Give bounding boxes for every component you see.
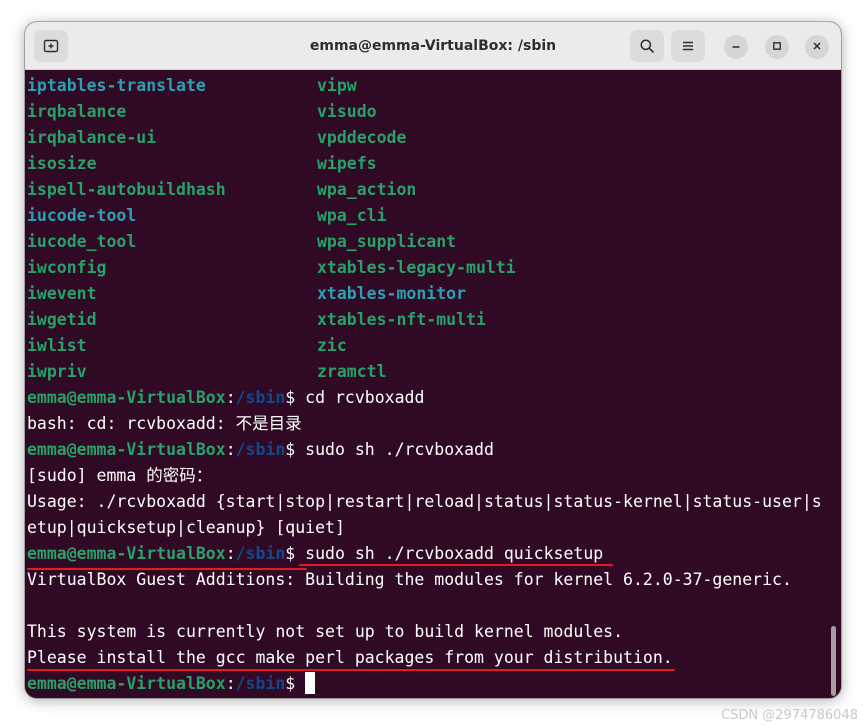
listing-entry: wpa_supplicant (317, 232, 457, 251)
search-button[interactable] (630, 30, 664, 62)
prompt-dollar: $ (285, 674, 296, 693)
listing-entry: isosize (27, 154, 97, 173)
listing-entry: vipw (317, 76, 357, 95)
listing-row: iwgetid xtables-nft-multi (27, 307, 831, 333)
maximize-icon (772, 38, 782, 56)
output-line: Please install the gcc make perl package… (27, 645, 831, 671)
prompt-colon: : (225, 440, 236, 459)
output-line: etup|quicksetup|cleanup} [quiet] (27, 518, 345, 537)
minimize-button[interactable] (724, 35, 748, 59)
listing-entry: iptables-translate (27, 76, 206, 95)
listing-entry: iwgetid (27, 310, 97, 329)
prompt-colon: : (225, 388, 236, 407)
listing-row: irqbalance visudo (27, 99, 831, 125)
listing-entry: xtables-nft-multi (317, 310, 486, 329)
listing-row: iucode-tool wpa_cli (27, 203, 831, 229)
listing-entry: zic (317, 336, 347, 355)
prompt-colon: : (225, 544, 236, 563)
output-text: VirtualBox Guest Additions: Building the… (27, 570, 792, 589)
listing-entry: xtables-legacy-multi (317, 258, 516, 277)
listing-entry: wpa_action (317, 180, 417, 199)
prompt-user: emma@emma-VirtualBox (27, 674, 226, 693)
listing-row: ispell-autobuildhash wpa_action (27, 177, 831, 203)
prompt-path: /sbin (235, 388, 286, 407)
prompt-path: /sbin (235, 674, 286, 693)
prompt-dollar: $ (285, 388, 296, 407)
listing-entry: iwpriv (27, 362, 87, 381)
minimize-icon (731, 38, 741, 56)
listing-entry: wipefs (317, 154, 377, 173)
listing-row: iucode_tool wpa_supplicant (27, 229, 831, 255)
terminal-output[interactable]: iptables-translate vipw irqbalance visudo … (25, 70, 841, 698)
prompt-user: emma@emma-VirtualBox (27, 440, 226, 459)
prompt-user: emma@emma-VirtualBox (27, 544, 226, 563)
window-title: emma@emma-VirtualBox: /sbin (309, 38, 557, 54)
menu-button[interactable] (671, 30, 705, 62)
prompt-path: /sbin (235, 440, 286, 459)
red-underline-annotation (27, 568, 307, 570)
listing-entry: ispell-autobuildhash (27, 180, 226, 199)
watermark: CSDN @2974786048 (721, 708, 858, 723)
prompt-colon: : (225, 674, 236, 693)
command-line: emma@emma-VirtualBox:/sbin$ sudo sh ./rc… (27, 437, 831, 463)
hamburger-menu-icon (680, 38, 696, 54)
listing-entry: iwconfig (27, 258, 107, 277)
command-text: sudo sh ./rcvboxadd quicksetup (295, 544, 604, 563)
listing-entry: irqbalance (27, 102, 127, 121)
output-line: Usage: ./rcvboxadd {start|stop|restart|r… (27, 492, 822, 511)
listing-row: iwpriv zramctl (27, 359, 831, 385)
listing-entry: wpa_cli (317, 206, 387, 225)
command-line: emma@emma-VirtualBox:/sbin$ cd rcvboxadd (27, 385, 831, 411)
prompt-path: /sbin (235, 544, 286, 563)
terminal-window: emma@emma-VirtualBox: /sbin iptables-tra… (25, 22, 841, 698)
prompt-dollar: $ (285, 440, 296, 459)
listing-row: iwevent xtables-monitor (27, 281, 831, 307)
listing-entry: zramctl (317, 362, 387, 381)
title-bar: emma@emma-VirtualBox: /sbin (25, 22, 841, 70)
command-text (295, 674, 305, 693)
listing-entry: vpddecode (317, 128, 407, 147)
listing-row: iwconfig xtables-legacy-multi (27, 255, 831, 281)
listing-row: irqbalance-ui vpddecode (27, 125, 831, 151)
output-line: [sudo] emma 的密码： (27, 466, 213, 485)
output-line: VirtualBox Guest Additions: Building the… (27, 567, 831, 593)
terminal-content: iptables-translate vipw irqbalance visudo … (27, 73, 831, 697)
prompt-dollar: $ (285, 544, 296, 563)
listing-entry: visudo (317, 102, 377, 121)
output-text: Please install the gcc make perl package… (27, 648, 673, 667)
output-line: This system is currently not set up to b… (27, 622, 624, 641)
scrollbar[interactable] (831, 626, 836, 696)
listing-row: iptables-translate vipw (27, 73, 831, 99)
prompt-user: emma@emma-VirtualBox (27, 388, 226, 407)
command-line: emma@emma-VirtualBox:/sbin$ sudo sh ./rc… (27, 541, 831, 567)
listing-entry: iwlist (27, 336, 87, 355)
maximize-button[interactable] (765, 35, 789, 59)
listing-row: isosize wipefs (27, 151, 831, 177)
red-underline-annotation (299, 564, 613, 566)
new-tab-button[interactable] (34, 30, 68, 62)
listing-entry: iucode-tool (27, 206, 137, 225)
output-line: bash: cd: rcvboxadd: 不是目录 (27, 414, 302, 433)
search-icon (639, 38, 655, 54)
listing-entry: xtables-monitor (317, 284, 467, 303)
command-line: emma@emma-VirtualBox:/sbin$ (27, 671, 831, 697)
listing-entry: iucode_tool (27, 232, 137, 251)
new-tab-icon (43, 38, 59, 54)
close-icon (812, 38, 822, 56)
listing-row: iwlist zic (27, 333, 831, 359)
command-text: cd rcvboxadd (295, 388, 425, 407)
text-cursor (305, 672, 316, 694)
close-button[interactable] (805, 35, 829, 59)
listing-entry: irqbalance-ui (27, 128, 157, 147)
command-text: sudo sh ./rcvboxadd (295, 440, 494, 459)
listing-entry: iwevent (27, 284, 97, 303)
